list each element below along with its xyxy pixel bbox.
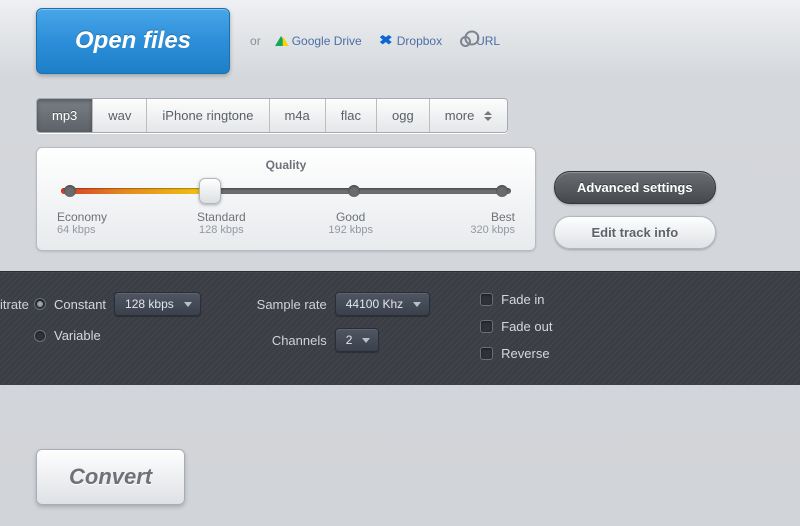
fade-out-checkbox[interactable] <box>480 320 493 333</box>
bitrate-dropdown[interactable]: 128 kbps <box>114 292 201 316</box>
quality-label-economy: Economy 64 kbps <box>57 210 127 236</box>
fade-in-label: Fade in <box>501 292 544 307</box>
quality-labels: Economy 64 kbps Standard 128 kbps Good 1… <box>57 210 515 236</box>
sample-rate-label: Sample rate <box>251 297 327 312</box>
quality-name-good: Good <box>336 210 365 224</box>
channels-row: Channels 2 <box>251 328 430 352</box>
quality-name-economy: Economy <box>57 210 107 224</box>
reverse-label: Reverse <box>501 346 549 361</box>
advanced-settings-button[interactable]: Advanced settings <box>554 171 716 204</box>
channels-dropdown[interactable]: 2 <box>335 328 380 352</box>
bitrate-constant-label: Constant <box>54 297 106 312</box>
tab-wav[interactable]: wav <box>93 99 147 132</box>
tab-more-label: more <box>445 108 475 123</box>
dropbox-link[interactable]: Dropbox <box>380 34 442 48</box>
sample-rate-dropdown[interactable]: 44100 Khz <box>335 292 430 316</box>
google-drive-link[interactable]: Google Drive <box>275 34 362 48</box>
quality-rate-best: 320 kbps <box>445 224 515 236</box>
slider-stop-economy[interactable] <box>64 185 76 197</box>
tab-mp3[interactable]: mp3 <box>37 99 93 132</box>
sample-rate-row: Sample rate 44100 Khz <box>251 292 430 316</box>
link-icon <box>458 33 474 49</box>
fade-out-row[interactable]: Fade out <box>480 319 552 334</box>
slider-fill <box>61 188 205 194</box>
bitrate-variable-row: Variable <box>0 328 201 343</box>
chevron-down-icon <box>184 302 192 307</box>
fade-in-row[interactable]: Fade in <box>480 292 552 307</box>
format-tabs: mp3 wav iPhone ringtone m4a flac ogg mor… <box>36 98 508 133</box>
tab-flac[interactable]: flac <box>326 99 377 132</box>
quality-rate-standard: 128 kbps <box>186 224 256 236</box>
dropbox-icon <box>380 35 392 47</box>
url-link[interactable]: URL <box>460 34 500 48</box>
quality-rate-good: 192 kbps <box>316 224 386 236</box>
channels-value: 2 <box>346 333 353 347</box>
fade-out-label: Fade out <box>501 319 552 334</box>
quality-row: Quality Economy 64 kbps Standard 128 kbp… <box>0 133 800 271</box>
tab-ringtone[interactable]: iPhone ringtone <box>147 99 269 132</box>
quality-label-standard: Standard 128 kbps <box>186 210 256 236</box>
tab-ogg[interactable]: ogg <box>377 99 430 132</box>
quality-name-best: Best <box>491 210 515 224</box>
quality-panel: Quality Economy 64 kbps Standard 128 kbp… <box>36 147 536 251</box>
bottom-area: Convert <box>0 385 800 505</box>
slider-stop-good[interactable] <box>348 185 360 197</box>
effects-column: Fade in Fade out Reverse <box>480 292 552 361</box>
chevron-down-icon <box>413 302 421 307</box>
open-files-button[interactable]: Open files <box>36 8 230 74</box>
dropbox-label: Dropbox <box>397 34 442 48</box>
bitrate-constant-radio[interactable] <box>34 298 46 310</box>
quality-slider[interactable] <box>61 182 511 200</box>
tab-m4a[interactable]: m4a <box>270 99 326 132</box>
bitrate-variable-radio[interactable] <box>34 330 46 342</box>
quality-title: Quality <box>57 158 515 172</box>
fade-in-checkbox[interactable] <box>480 293 493 306</box>
tab-more[interactable]: more <box>430 99 508 132</box>
bitrate-constant-row: itrate Constant 128 kbps <box>0 292 201 316</box>
chevron-down-icon <box>362 338 370 343</box>
slider-knob[interactable] <box>199 178 221 204</box>
slider-stop-best[interactable] <box>496 185 508 197</box>
reverse-checkbox[interactable] <box>480 347 493 360</box>
bitrate-column: itrate Constant 128 kbps Variable <box>0 292 201 361</box>
sample-rate-value: 44100 Khz <box>346 297 403 311</box>
google-drive-icon <box>275 36 287 46</box>
channels-label: Channels <box>251 333 327 348</box>
quality-name-standard: Standard <box>197 210 246 224</box>
bitrate-label: itrate <box>0 297 26 312</box>
reverse-row[interactable]: Reverse <box>480 346 552 361</box>
quality-label-best: Best 320 kbps <box>445 210 515 236</box>
side-buttons: Advanced settings Edit track info <box>554 147 716 249</box>
quality-label-good: Good 192 kbps <box>316 210 386 236</box>
advanced-settings-strip: itrate Constant 128 kbps Variable Sample… <box>0 271 800 385</box>
bitrate-variable-label: Variable <box>54 328 101 343</box>
or-text: or <box>250 34 261 48</box>
open-files-row: Open files or Google Drive Dropbox URL <box>0 0 800 98</box>
sort-icon <box>484 111 492 121</box>
bitrate-dropdown-value: 128 kbps <box>125 297 174 311</box>
format-tabs-area: mp3 wav iPhone ringtone m4a flac ogg mor… <box>0 98 800 133</box>
edit-track-info-button[interactable]: Edit track info <box>554 216 716 249</box>
convert-button[interactable]: Convert <box>36 449 185 505</box>
sample-channels-column: Sample rate 44100 Khz Channels 2 <box>251 292 430 361</box>
google-drive-label: Google Drive <box>292 34 362 48</box>
quality-rate-economy: 64 kbps <box>57 224 127 236</box>
